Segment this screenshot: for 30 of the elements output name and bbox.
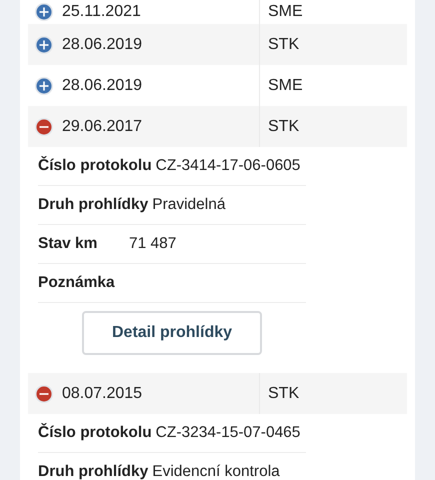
detail-value: Evidencní kontrola [152,462,280,480]
expand-icon[interactable] [34,34,54,54]
detail-value: CZ-3414-17-06-0605 [156,156,300,176]
type-text: SME [268,2,303,22]
date-text: 28.06.2019 [62,34,142,54]
expand-icon[interactable] [34,2,54,22]
detail-value: CZ-3234-15-07-0465 [156,423,300,444]
detail-label: Stav km [38,234,98,254]
type-text: STK [268,384,300,404]
inspection-row[interactable]: 08.07.2015 STK [28,373,407,414]
detail-label: Číslo protokolu [38,155,152,176]
expand-icon[interactable] [34,76,54,96]
type-text: STK [268,116,300,136]
detail-label: Druh prohlídky [38,462,148,480]
inspection-row[interactable]: 29.06.2017 STK [28,106,407,147]
date-text: 08.07.2015 [62,384,142,404]
collapse-icon[interactable] [34,116,54,136]
collapse-icon[interactable] [34,384,54,404]
date-text: 25.11.2021 [62,2,141,22]
date-text: 28.06.2019 [62,76,142,96]
inspection-row[interactable]: 28.06.2019 STK [28,24,407,65]
detail-value: 71 487 [129,234,176,254]
type-text: STK [268,34,300,54]
date-text: 29.06.2017 [62,116,142,136]
detail-label: Číslo protokolu [38,422,152,444]
detail-value: Pravidelná [152,195,226,216]
detail-label: Druh prohlídky [38,195,148,216]
detail-button[interactable]: Detail prohlídky [82,311,262,355]
detail-label: Poznámka [38,273,116,294]
type-text: SME [268,76,303,96]
